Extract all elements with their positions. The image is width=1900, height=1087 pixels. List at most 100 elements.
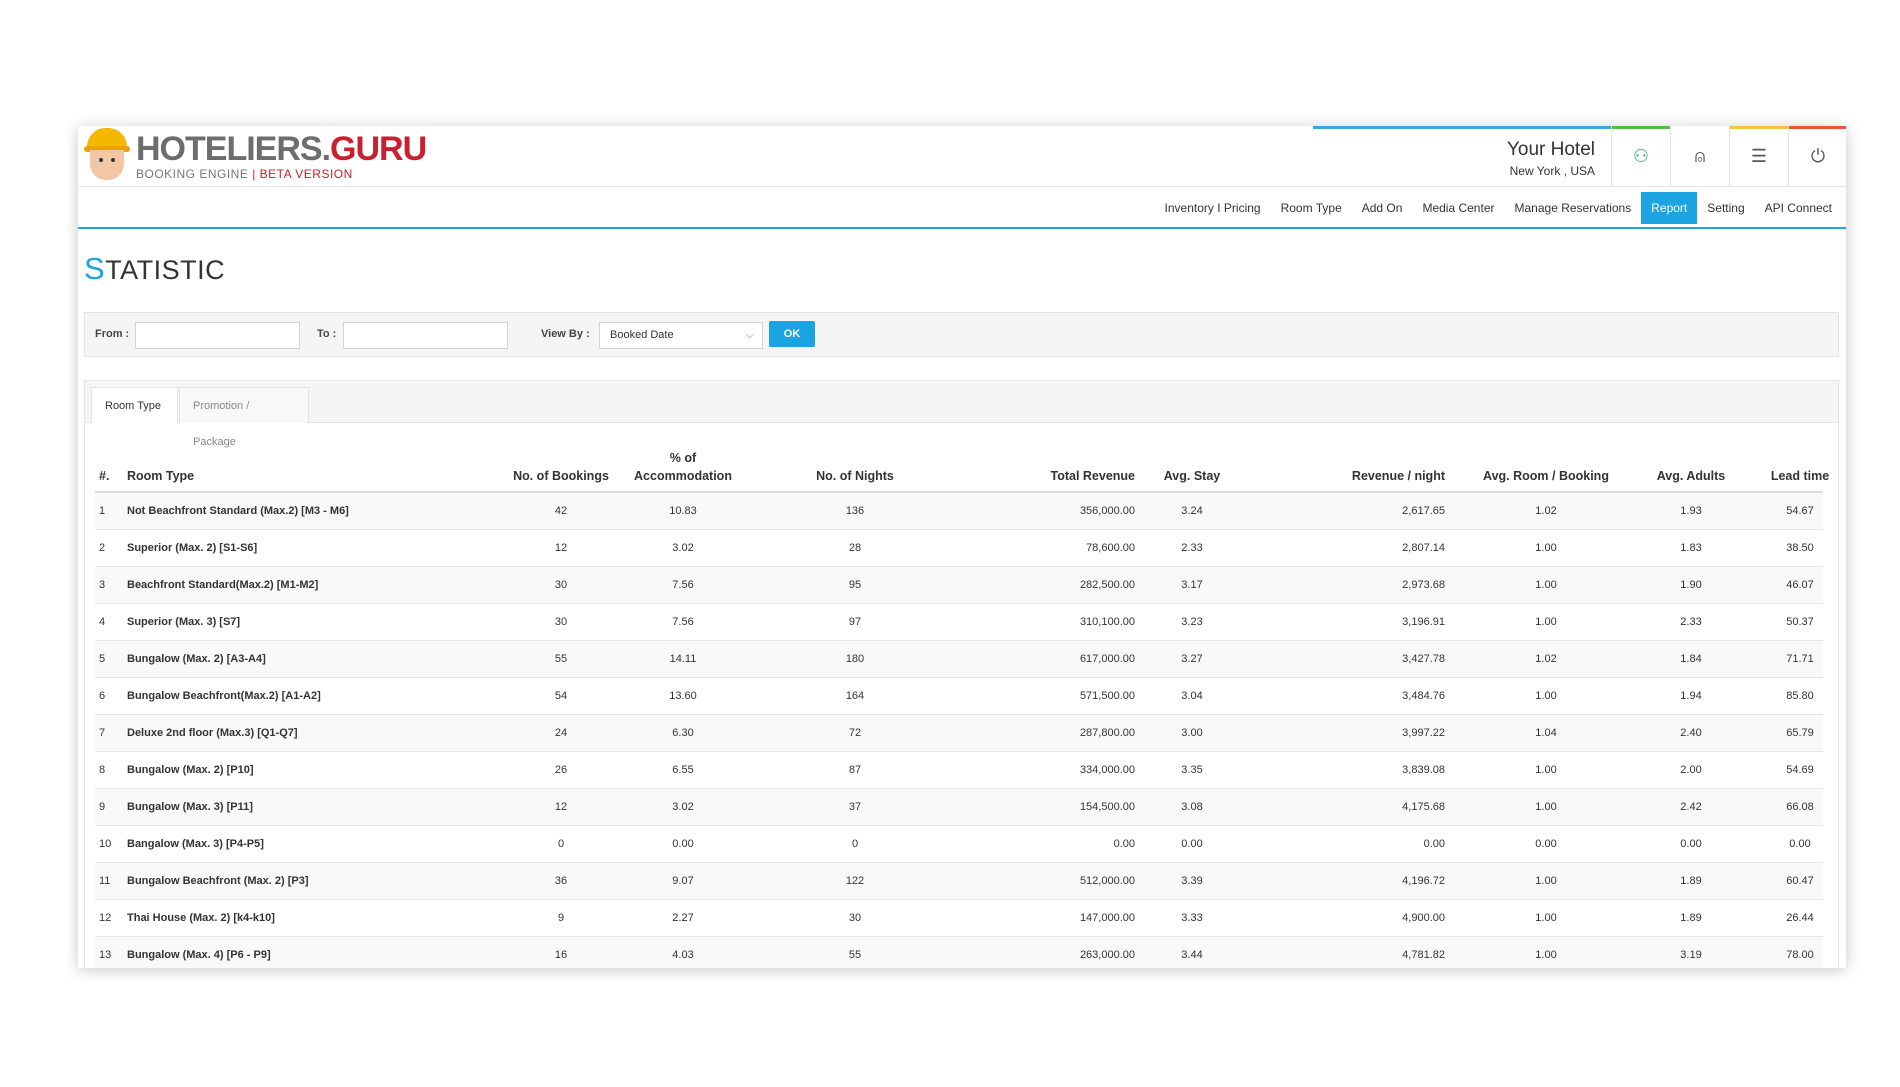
total-revenue-value: 512,000.00 — [1079, 875, 1135, 887]
revenue-per-night-value: 3,196.91 — [1402, 616, 1445, 628]
nights-value: 55 — [848, 949, 862, 961]
tab-room-type[interactable]: Room Type — [91, 387, 178, 424]
nights-value: 30 — [848, 912, 862, 924]
chevron-down-icon: ⌵ — [745, 329, 754, 341]
nav-item-manage-reservations[interactable]: Manage Reservations — [1505, 192, 1642, 224]
row-number: 11 — [99, 875, 111, 887]
header-nights: No. of Nights — [816, 469, 894, 483]
avg-stay-value: 3.00 — [1181, 727, 1203, 739]
statistics-panel: Room Type Promotion / Package #. Room Typ… — [84, 380, 1839, 968]
nights-value: 136 — [845, 505, 865, 517]
hotel-name: Your Hotel — [1506, 139, 1595, 160]
brand-name: HOTELIERS.GURU — [136, 129, 427, 168]
avg-adults-value: 1.83 — [1680, 542, 1702, 554]
page-title: STATISTIC — [84, 251, 226, 286]
avg-stay-value: 3.27 — [1181, 653, 1203, 665]
header-bookings: No. of Bookings — [513, 469, 609, 483]
bookings-value: 36 — [554, 875, 568, 887]
accommodation-value: 3.02 — [672, 542, 694, 554]
avg-adults-value: 3.19 — [1680, 949, 1702, 961]
tab-promotion-package[interactable]: Promotion / Package — [179, 387, 309, 448]
total-revenue-value: 571,500.00 — [1079, 690, 1135, 702]
total-revenue-value: 617,000.00 — [1079, 653, 1135, 665]
lead-time-value: 54.69 — [1786, 764, 1814, 776]
bookings-value: 55 — [554, 653, 568, 665]
avg-stay-value: 3.23 — [1181, 616, 1203, 628]
total-revenue-value: 282,500.00 — [1079, 579, 1135, 591]
revenue-per-night-value: 2,617.65 — [1402, 505, 1445, 517]
row-number: 3 — [99, 579, 106, 591]
accommodation-value: 9.07 — [672, 875, 694, 887]
avg-room-booking-value: 1.00 — [1535, 764, 1557, 776]
accent-bar — [1671, 126, 1729, 129]
avg-room-booking-value: 1.00 — [1535, 690, 1557, 702]
lead-time-value: 46.07 — [1786, 579, 1814, 591]
revenue-per-night-value: 4,781.82 — [1402, 949, 1445, 961]
total-revenue-value: 263,000.00 — [1079, 949, 1135, 961]
power-button[interactable]: ⏻ — [1788, 126, 1846, 186]
nights-value: 37 — [848, 801, 862, 813]
nav-item-api-connect[interactable]: API Connect — [1755, 192, 1842, 224]
nav-item-inventory-i-pricing[interactable]: Inventory I Pricing — [1155, 192, 1271, 224]
avg-room-booking-value: 1.00 — [1535, 949, 1557, 961]
lead-time-value: 71.71 — [1786, 653, 1814, 665]
nav-item-room-type[interactable]: Room Type — [1271, 192, 1352, 224]
accommodation-value: 10.83 — [669, 505, 697, 517]
app-window: HOTELIERS.GURU BOOKING ENGINE | BETA VER… — [78, 126, 1846, 968]
accommodation-value: 7.56 — [672, 579, 694, 591]
avg-stay-value: 3.08 — [1181, 801, 1203, 813]
nav-item-report[interactable]: Report — [1641, 191, 1698, 224]
nights-value: 0 — [851, 838, 859, 850]
table-row: 13 Bungalow (Max. 4) [P6 - P9] 16 4.03 55 263… — [95, 937, 1823, 968]
nav-item-media-center[interactable]: Media Center — [1412, 192, 1504, 224]
lead-time-value: 66.08 — [1786, 801, 1814, 813]
table-row: 2 Superior (Max. 2) [S1-S6] 12 3.02 28 78,600… — [95, 530, 1823, 567]
handshake-button[interactable]: ⚇ — [1611, 126, 1670, 186]
table-header: #. Room Type No. of Bookings % of Accomm… — [95, 449, 1829, 493]
room-type-name: Bungalow (Max. 3) [P11] — [127, 801, 253, 813]
table-row: 6 Bungalow Beachfront(Max.2) [A1-A2] 54 13.… — [95, 678, 1823, 715]
bookings-value: 54 — [554, 690, 568, 702]
avg-adults-value: 1.90 — [1680, 579, 1702, 591]
avg-adults-value: 1.89 — [1680, 912, 1702, 924]
nav-item-setting[interactable]: Setting — [1697, 192, 1754, 224]
bookings-value: 30 — [554, 579, 568, 591]
row-number: 10 — [99, 838, 112, 850]
room-type-name: Bungalow (Max. 2) [P10] — [127, 764, 254, 776]
room-type-name: Bungalow Beachfront(Max.2) [A1-A2] — [127, 690, 321, 702]
from-date-input[interactable] — [135, 322, 300, 349]
avg-room-booking-value: 1.00 — [1535, 579, 1557, 591]
nav-item-add-on[interactable]: Add On — [1352, 192, 1413, 224]
row-number: 13 — [99, 949, 112, 961]
revenue-per-night-value: 0.00 — [1423, 838, 1445, 850]
accommodation-value: 4.03 — [672, 949, 694, 961]
lead-time-value: 78.00 — [1786, 949, 1814, 961]
view-by-select[interactable]: Booked Date ⌵ — [599, 322, 763, 349]
mascot-logo-icon — [84, 128, 130, 184]
avg-room-booking-value: 1.00 — [1535, 912, 1557, 924]
avg-adults-value: 1.84 — [1680, 653, 1702, 665]
avg-room-booking-value: 1.04 — [1535, 727, 1557, 739]
revenue-per-night-value: 4,175.68 — [1402, 801, 1445, 813]
header-lead-time: Lead time — [1770, 469, 1830, 483]
filter-bar: From : To : View By : Booked Date ⌵ OK — [84, 312, 1839, 357]
header-room-type: Room Type — [127, 469, 195, 483]
accent-bar — [1612, 126, 1670, 129]
avg-adults-value: 2.00 — [1680, 764, 1702, 776]
lead-time-value: 50.37 — [1786, 616, 1814, 628]
bookings-value: 12 — [554, 801, 568, 813]
bookings-value: 26 — [554, 764, 568, 776]
bell-button[interactable]: ⍝ — [1670, 126, 1729, 186]
to-label: To : — [317, 328, 337, 340]
room-type-name: Superior (Max. 2) [S1-S6] — [127, 542, 258, 554]
to-date-input[interactable] — [343, 322, 508, 349]
list-button[interactable]: ☰ — [1729, 126, 1788, 186]
logo[interactable]: HOTELIERS.GURU BOOKING ENGINE | BETA VER… — [84, 126, 427, 186]
ok-button[interactable]: OK — [769, 321, 815, 347]
revenue-per-night-value: 2,807.14 — [1402, 542, 1445, 554]
lead-time-value: 26.44 — [1786, 912, 1814, 924]
list-icon: ☰ — [1750, 145, 1768, 166]
room-type-name: Bangalow (Max. 3) [P4-P5] — [127, 838, 264, 850]
nights-value: 97 — [848, 616, 862, 628]
power-icon: ⏻ — [1810, 145, 1826, 166]
